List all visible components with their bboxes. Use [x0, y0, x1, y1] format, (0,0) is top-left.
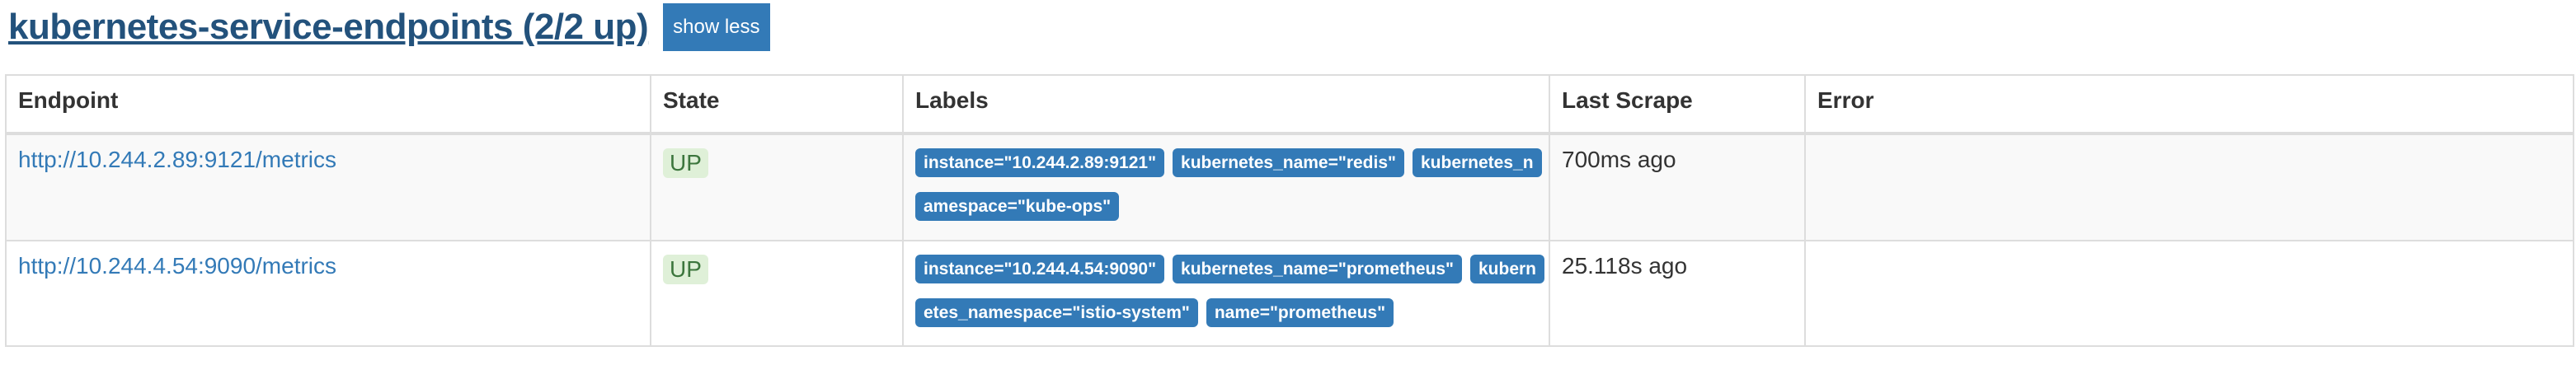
state-badge: UP [663, 148, 708, 178]
label-badge: kubernetes_name="prometheus" [1173, 255, 1462, 283]
endpoint-link[interactable]: http://10.244.4.54:9090/metrics [18, 253, 336, 279]
job-header: kubernetes-service-endpoints (2/2 up) sh… [8, 3, 770, 51]
label-badge: kubernetes_name="redis" [1173, 148, 1404, 177]
column-header-error: Error [1804, 74, 2574, 135]
label-badge: instance="10.244.2.89:9121" [915, 148, 1165, 177]
column-header-endpoint: Endpoint [5, 74, 651, 135]
column-header-last-scrape: Last Scrape [1549, 74, 1806, 135]
job-title-link[interactable]: kubernetes-service-endpoints (2/2 up) [8, 7, 649, 48]
state-badge: UP [663, 255, 708, 284]
error-cell [1804, 240, 2574, 347]
show-less-button[interactable]: show less [663, 3, 770, 51]
last-scrape: 700ms ago [1549, 133, 1806, 241]
targets-table: Endpoint State Labels Last Scrape Error … [5, 74, 2574, 347]
table-row: http://10.244.2.89:9121/metrics UP insta… [5, 133, 2574, 241]
label-badge: name="prometheus" [1206, 298, 1394, 327]
column-header-state: State [650, 74, 904, 135]
endpoint-link[interactable]: http://10.244.2.89:9121/metrics [18, 147, 336, 172]
table-header-row: Endpoint State Labels Last Scrape Error [5, 74, 2574, 135]
table-row: http://10.244.4.54:9090/metrics UP insta… [5, 240, 2574, 347]
error-cell [1804, 133, 2574, 241]
last-scrape: 25.118s ago [1549, 240, 1806, 347]
column-header-labels: Labels [902, 74, 1550, 135]
label-badge: instance="10.244.4.54:9090" [915, 255, 1165, 283]
